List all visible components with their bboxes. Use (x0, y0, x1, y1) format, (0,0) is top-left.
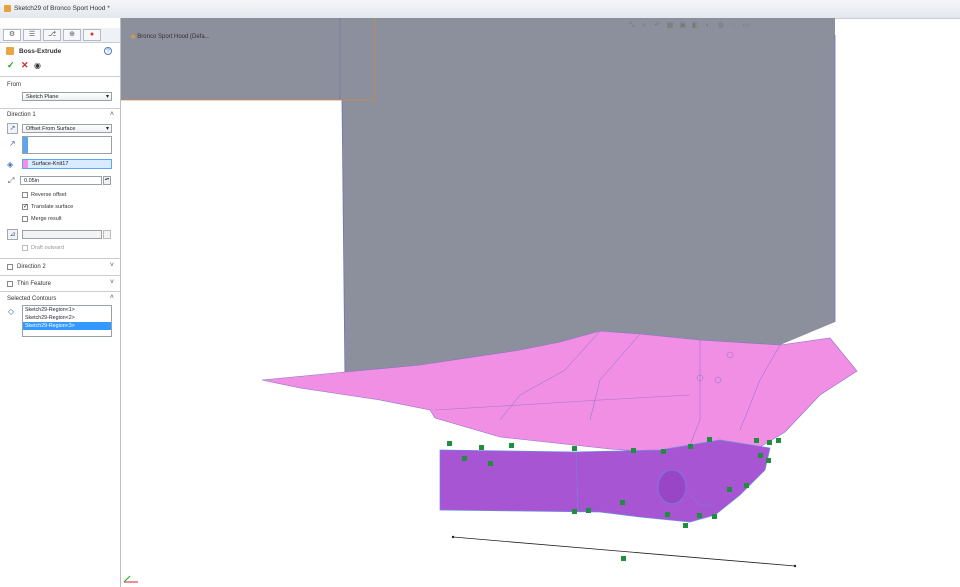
model-render (121, 18, 858, 583)
edit-appearance-icon[interactable]: ◍ (717, 22, 725, 30)
face-name: Surface-Knit17 (32, 161, 69, 167)
from-select[interactable]: Sketch Plane (22, 92, 112, 102)
draft-spinner (103, 230, 111, 239)
offset-spinner[interactable]: ▴▾ (103, 176, 111, 185)
cancel-button[interactable]: ✕ (21, 60, 29, 71)
thin-feature-section: Thin Feature ˅ (0, 275, 120, 292)
properties-icon: ☰ (28, 31, 36, 38)
tab-property-manager[interactable]: ☰ (23, 29, 41, 41)
graphics-area[interactable] (121, 18, 960, 587)
previous-view-icon[interactable]: ↶ (653, 22, 661, 30)
list-item[interactable]: Sketch29-Region<3> (23, 322, 111, 330)
end-condition-select[interactable]: Offset From Surface (22, 124, 112, 134)
translate-surface-checkbox[interactable]: ✓ (22, 204, 28, 210)
offset-distance-icon: ⤢ (8, 176, 15, 185)
scene-icon[interactable]: ◌ (729, 22, 737, 30)
draft-outward-label: Draft outward (31, 245, 65, 251)
config-icon: ⎇ (47, 31, 57, 38)
breadcrumb[interactable]: ◆ Bronco Sport Hood (Defa... (131, 33, 210, 40)
breadcrumb-label: Bronco Sport Hood (Defa... (137, 34, 210, 40)
offset-distance-input[interactable]: 0.05in (20, 176, 102, 185)
direction1-section: Direction 1 ˄ ↗ Offset From Surface ↗ ◈ … (0, 108, 120, 259)
sketch-line (452, 536, 796, 567)
reverse-direction-icon[interactable]: ↗ (7, 123, 18, 134)
tab-display-manager[interactable]: ● (83, 29, 101, 41)
contour-icon: ◇ (8, 307, 15, 316)
feature-tree-icon: ⚙ (8, 31, 16, 38)
zoom-area-icon[interactable]: ⌕ (641, 22, 649, 30)
hood-inner-surface (121, 18, 835, 380)
draft-icon[interactable]: ⊿ (7, 229, 18, 240)
feature-icon (6, 47, 14, 55)
hide-show-icon[interactable]: ◐ (704, 22, 712, 30)
reverse-offset-label: Reverse offset (31, 192, 67, 198)
draft-outward-checkbox (22, 245, 28, 251)
section-view-icon[interactable]: ▦ (666, 22, 674, 30)
selection-swatch (23, 137, 28, 153)
from-section: From Sketch Plane (0, 76, 120, 109)
ok-button[interactable]: ✓ (7, 60, 15, 71)
solidworks-logo-icon (4, 5, 11, 12)
feature-title: Boss-Extrude (19, 48, 62, 55)
contours-list[interactable]: Sketch29-Region<1> Sketch29-Region<2> Sk… (22, 305, 112, 337)
manager-tabs: ⚙ ☰ ⎇ ⊕ ● (0, 28, 120, 43)
from-label: From (7, 82, 21, 88)
merge-result-label: Merge result (31, 216, 62, 222)
appearance-icon: ● (89, 31, 95, 38)
zoom-to-fit-icon[interactable]: ⤡ (628, 22, 636, 30)
tab-configuration-manager[interactable]: ⎇ (43, 29, 61, 41)
thin-feature-label: Thin Feature (17, 281, 52, 287)
sketch-region (439, 439, 771, 523)
reverse-offset-checkbox[interactable] (22, 192, 28, 198)
tab-dimxpert[interactable]: ⊕ (63, 29, 81, 41)
title-bar: Sketch29 of Bronco Sport Hood * (0, 0, 960, 19)
help-icon[interactable]: ? (104, 47, 112, 55)
chevron-up-icon[interactable]: ˄ (110, 111, 114, 118)
translate-surface-label: Translate surface (31, 204, 74, 210)
direction2-checkbox[interactable] (7, 264, 13, 270)
thin-feature-checkbox[interactable] (7, 281, 13, 287)
view-orientation-icon[interactable]: ▣ (679, 22, 687, 30)
merge-result-checkbox[interactable] (22, 216, 28, 222)
tab-feature-manager[interactable]: ⚙ (3, 29, 21, 41)
chevron-up-icon[interactable]: ˄ (110, 294, 114, 301)
face-selection-field[interactable]: Surface-Knit17 (22, 159, 112, 169)
chevron-down-icon[interactable]: ˅ (110, 279, 114, 286)
face-swatch (23, 160, 28, 168)
display-style-icon[interactable]: ◧ (691, 22, 699, 30)
crosshair-icon: ⊕ (69, 31, 75, 38)
list-item[interactable]: Sketch29-Region<2> (23, 314, 111, 322)
face-icon: ◈ (7, 160, 14, 169)
chevron-down-icon[interactable]: ˅ (110, 262, 114, 269)
direction2-section: Direction 2 ˅ (0, 258, 120, 276)
direction-arrow-icon: ↗ (9, 139, 16, 148)
part-icon: ◆ (131, 34, 136, 40)
window-title: Sketch29 of Bronco Sport Hood * (14, 5, 110, 12)
selected-contours-label: Selected Contours (7, 296, 57, 302)
list-item[interactable]: Sketch29-Region<1> (23, 306, 111, 314)
draft-angle-input (22, 230, 102, 239)
heads-up-view-toolbar: ⤡ ⌕ ↶ ▦ ▣ ◧ ◐ ◍ ◌ ▭ (628, 22, 753, 30)
view-settings-icon[interactable]: ▭ (742, 22, 750, 30)
direction1-label: Direction 1 (7, 112, 36, 118)
direction-vector-field[interactable] (22, 136, 112, 154)
property-manager-panel: ⚙ ☰ ⎇ ⊕ ● Boss-Extrude ? ✓ ✕ ◉ From Sket… (0, 18, 121, 587)
preview-eye-icon[interactable]: ◉ (34, 61, 41, 70)
direction2-label: Direction 2 (17, 264, 46, 270)
